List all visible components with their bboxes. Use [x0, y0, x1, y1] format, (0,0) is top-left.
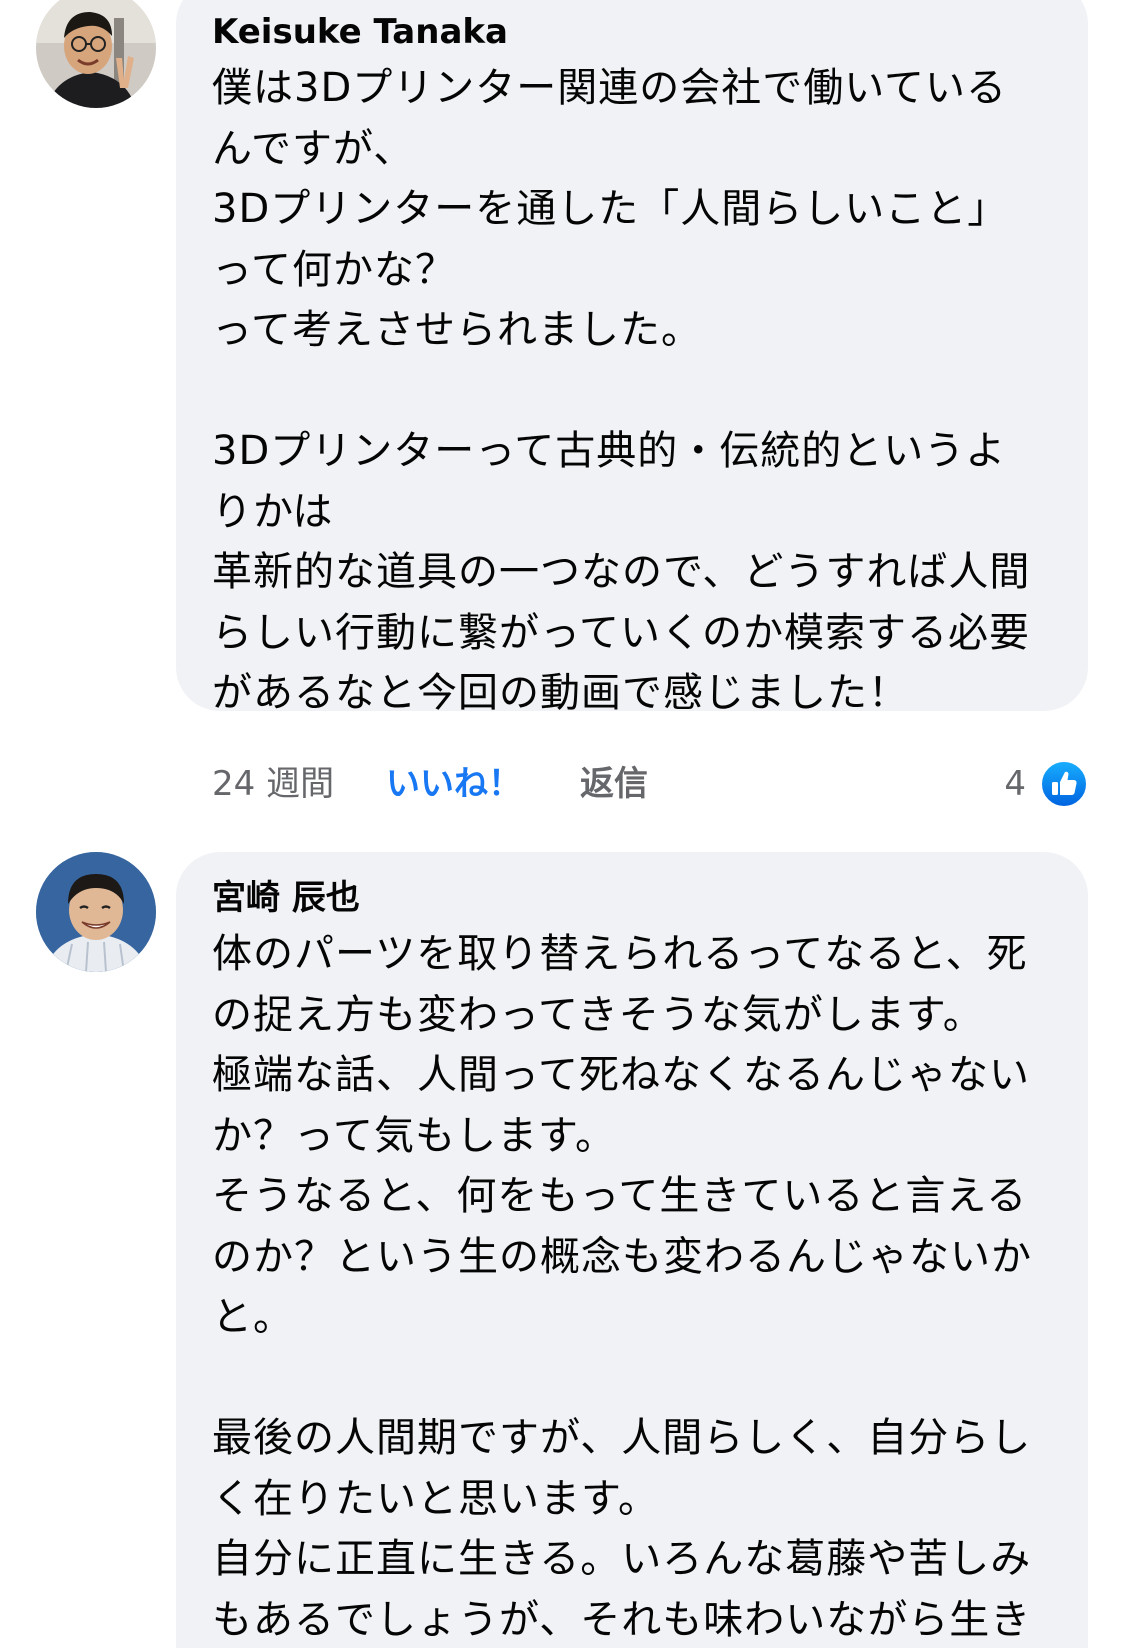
comment-text-line	[212, 1348, 1056, 1409]
comment-text-line: く在りたいと思います。	[212, 1475, 659, 1522]
comment-text-line: か？って気もします。	[212, 1112, 616, 1159]
comment-text: 体のパーツを取り替えられるってなると、死 の捉え方も変わってきそうな気がします。…	[212, 924, 1056, 1648]
comment-text-line: の捉え方も変わってきそうな気がします。	[212, 991, 984, 1038]
comment-2: 宮崎 辰也 体のパーツを取り替えられるってなると、死 の捉え方も変わってきそうな…	[0, 0, 1125, 1648]
comment-text-line: 体のパーツを取り替えられるってなると、死	[212, 931, 1028, 977]
comments-page: Keisuke Tanaka 僕は3Dプリンター関連の会社で働いている んですが…	[0, 0, 1125, 1648]
comment-bubble: 宮崎 辰也 体のパーツを取り替えられるってなると、死 の捉え方も変わってきそうな…	[176, 852, 1088, 1648]
comment-text-line: と。	[212, 1294, 294, 1340]
avatar-miyazaki-tatsuya[interactable]	[36, 852, 156, 972]
comment-text-line: 極端な話、人間って死ねなくなるんじゃない	[212, 1052, 1030, 1098]
comment-author[interactable]: 宮崎 辰也	[212, 876, 1056, 920]
comment-text-line: もあるでしょうが、それも味わいながら生き	[212, 1596, 1032, 1643]
comment-text-line: のか？という生の概念も変わるんじゃないか	[212, 1233, 1032, 1280]
comment-text-line: そうなると、何をもって生きていると言える	[212, 1173, 1028, 1219]
comment-text-line: 最後の人間期ですが、人間らしく、自分らし	[212, 1415, 1032, 1461]
comment-text-line: 自分に正直に生きる。いろんな葛藤や苦しみ	[212, 1536, 1032, 1582]
avatar-image	[36, 852, 156, 972]
